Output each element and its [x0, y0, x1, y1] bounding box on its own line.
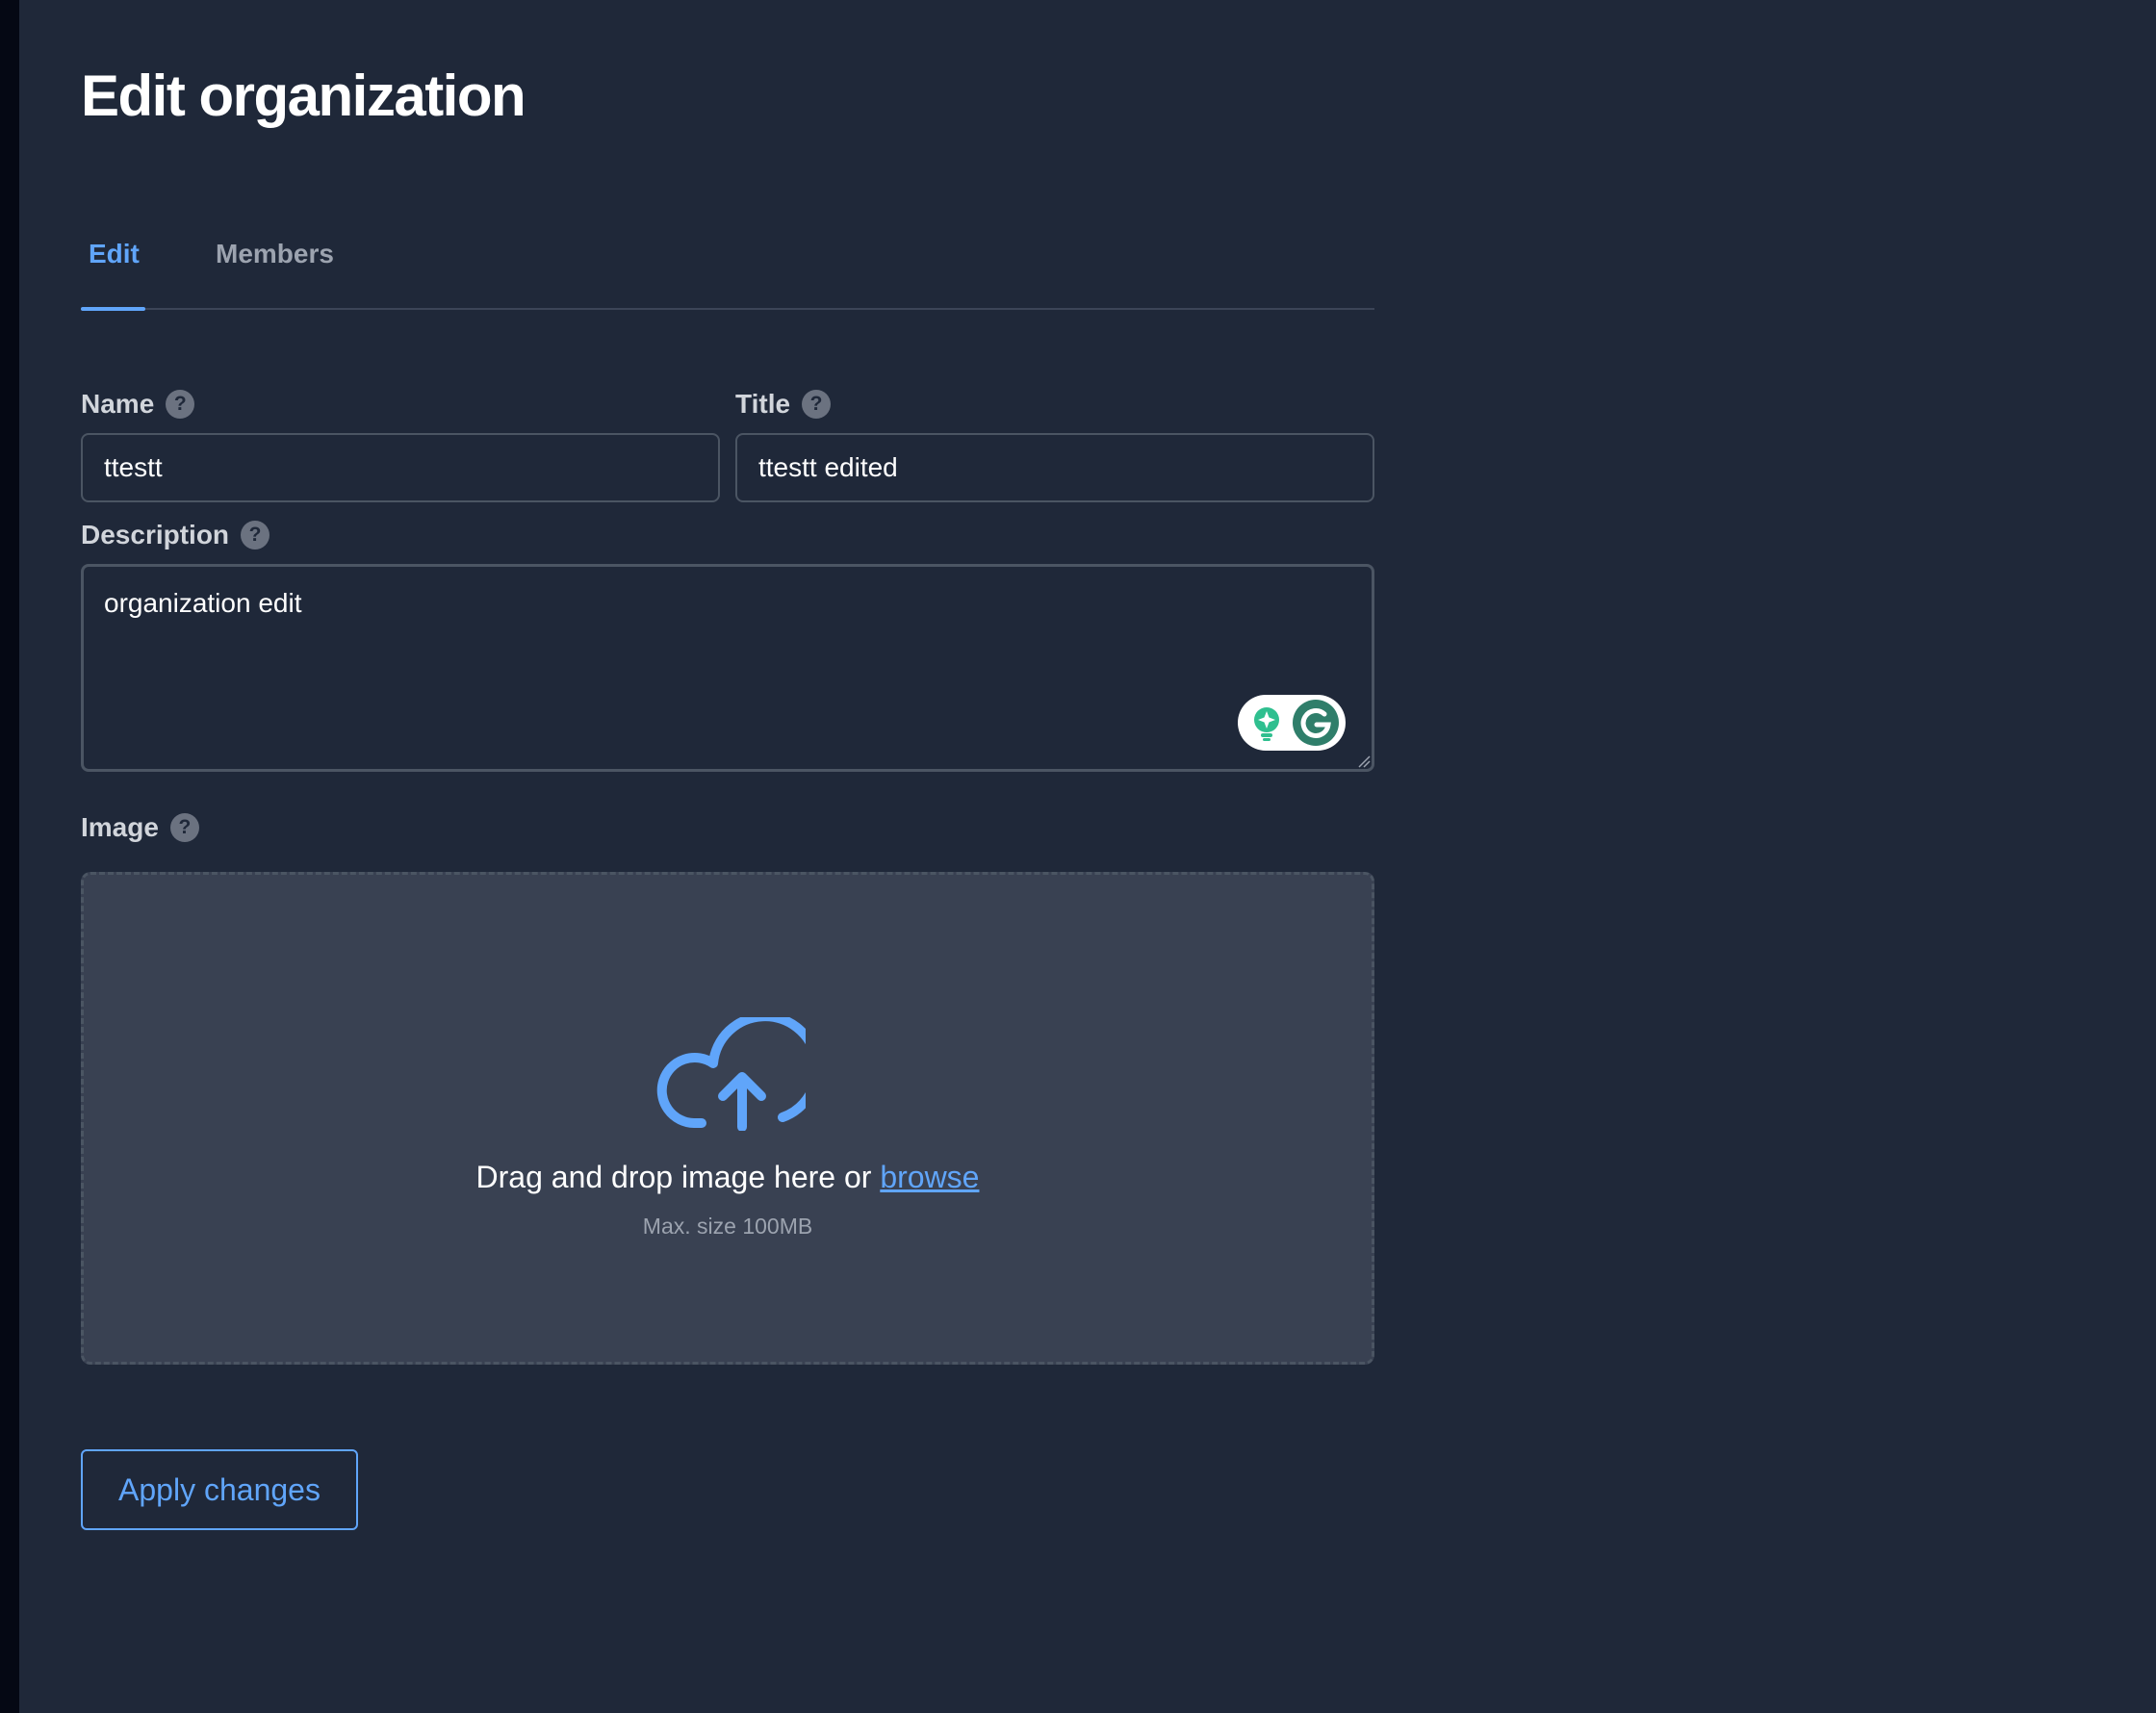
- lightbulb-sparkle-icon: [1254, 707, 1279, 741]
- description-label: Description ?: [81, 520, 270, 550]
- name-input[interactable]: [81, 433, 720, 502]
- title-help-icon[interactable]: ?: [802, 390, 832, 419]
- tab-edit[interactable]: Edit: [89, 239, 140, 269]
- image-help-icon[interactable]: ?: [169, 813, 199, 842]
- grammarly-widget[interactable]: [1238, 695, 1346, 751]
- image-dropzone[interactable]: Drag and drop image here or browse Max. …: [81, 872, 1374, 1365]
- resize-handle-icon[interactable]: [1357, 754, 1371, 768]
- image-label-text: Image: [81, 812, 159, 842]
- title-label: Title ?: [735, 389, 832, 420]
- drop-text: Drag and drop image here or: [475, 1160, 881, 1194]
- grammarly-icon: [1293, 700, 1339, 746]
- description-label-text: Description: [81, 520, 230, 550]
- image-label: Image ?: [81, 812, 199, 843]
- description-textarea[interactable]: organization edit: [81, 564, 1374, 772]
- active-tab-indicator: [81, 307, 145, 311]
- dropzone-instructions: Drag and drop image here or browse: [84, 1160, 1372, 1195]
- apply-changes-button[interactable]: Apply changes: [81, 1449, 358, 1530]
- left-sidebar-strip: [0, 0, 19, 1713]
- tab-members-label: Members: [216, 239, 334, 268]
- tab-edit-label: Edit: [89, 239, 140, 268]
- max-size-hint: Max. size 100MB: [642, 1214, 813, 1239]
- page-title: Edit organization: [81, 64, 526, 128]
- name-label-text: Name: [81, 389, 155, 419]
- tab-bar: Edit Members: [81, 219, 1374, 311]
- title-label-text: Title: [735, 389, 791, 419]
- title-input[interactable]: [735, 433, 1374, 502]
- description-help-icon[interactable]: ?: [241, 521, 270, 550]
- cloud-upload-icon: [656, 1017, 806, 1131]
- browse-link[interactable]: browse: [880, 1160, 979, 1194]
- name-help-icon[interactable]: ?: [166, 390, 195, 419]
- tab-members[interactable]: Members: [216, 239, 334, 269]
- name-label: Name ?: [81, 389, 195, 420]
